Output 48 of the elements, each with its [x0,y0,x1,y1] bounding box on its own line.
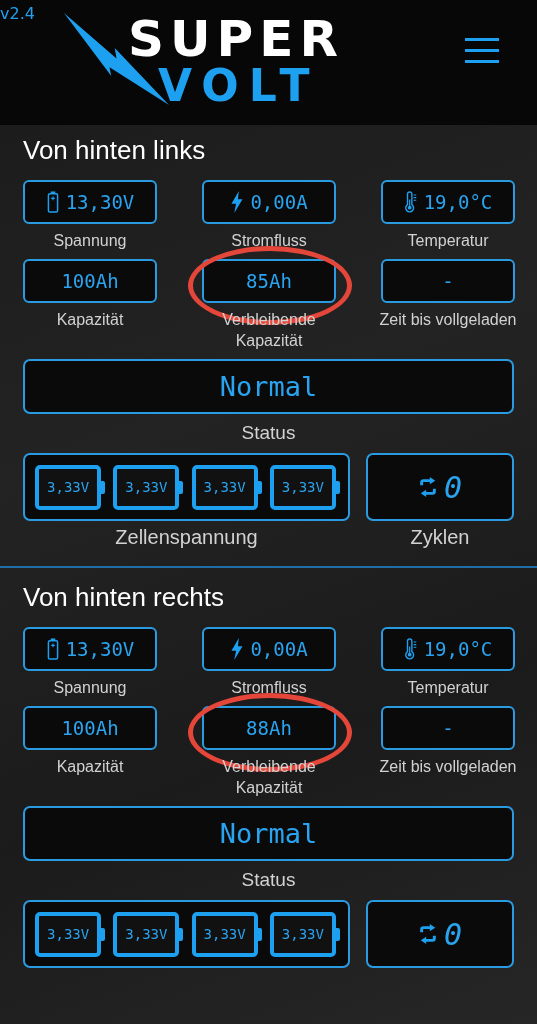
thermometer-icon [403,638,418,660]
metric-label: Temperatur [407,231,489,251]
metric-value: 0,00A [250,638,308,660]
metric-value: 13,30V [65,191,135,213]
battery-icon [45,638,60,660]
lightning-icon [230,638,245,660]
status-value: Normal [219,818,318,849]
refresh-icon [417,924,438,944]
cycles-value: 0 [443,916,463,952]
lightning-icon [230,191,245,213]
cell-battery: 3,33V [35,911,102,957]
cell-battery: 3,33V [113,911,180,957]
cycles-label: Zyklen [410,527,470,548]
cells-label: Zellenspannung [115,527,258,548]
metric-value: 100Ah [61,717,119,739]
metric-value: - [442,717,454,739]
metric-value: 13,30V [65,638,135,660]
metric-value: 88Ah [246,717,292,739]
section-title: Von hinten rechts [23,582,225,613]
metric-label: Spannung [53,231,127,251]
section-title: Von hinten links [23,135,207,166]
metric-value: 0,00A [250,191,308,213]
status-label: Status [241,422,296,443]
metric-label: Zeit bis vollgeladen [379,310,517,330]
metric-label: Stromfluss [231,231,307,251]
menu-icon[interactable] [465,38,499,64]
thermometer-icon [403,191,418,213]
cell-battery: 3,33V [35,464,102,510]
metric-label: Zeit bis vollgeladen [379,757,517,777]
metric-value: 85Ah [246,270,292,292]
version-label: v2.4 [0,4,35,23]
metric-label: Kapazität [56,310,124,330]
metric-label: Kapazität [56,757,124,777]
metric-value: 19,0°C [423,638,493,660]
metric-value: - [442,270,454,292]
metric-value: 100Ah [61,270,119,292]
status-label: Status [241,869,296,890]
battery-icon [45,191,60,213]
metric-label: Temperatur [407,678,489,698]
metric-label: Stromfluss [231,678,307,698]
logo-text: VOLT [158,64,320,108]
logo-text: SUPER [128,14,344,64]
cell-battery: 3,33V [113,464,180,510]
cycles-value: 0 [443,469,463,505]
refresh-icon [417,477,438,497]
status-value: Normal [219,371,318,402]
metric-value: 19,0°C [423,191,493,213]
metric-label: Spannung [53,678,127,698]
